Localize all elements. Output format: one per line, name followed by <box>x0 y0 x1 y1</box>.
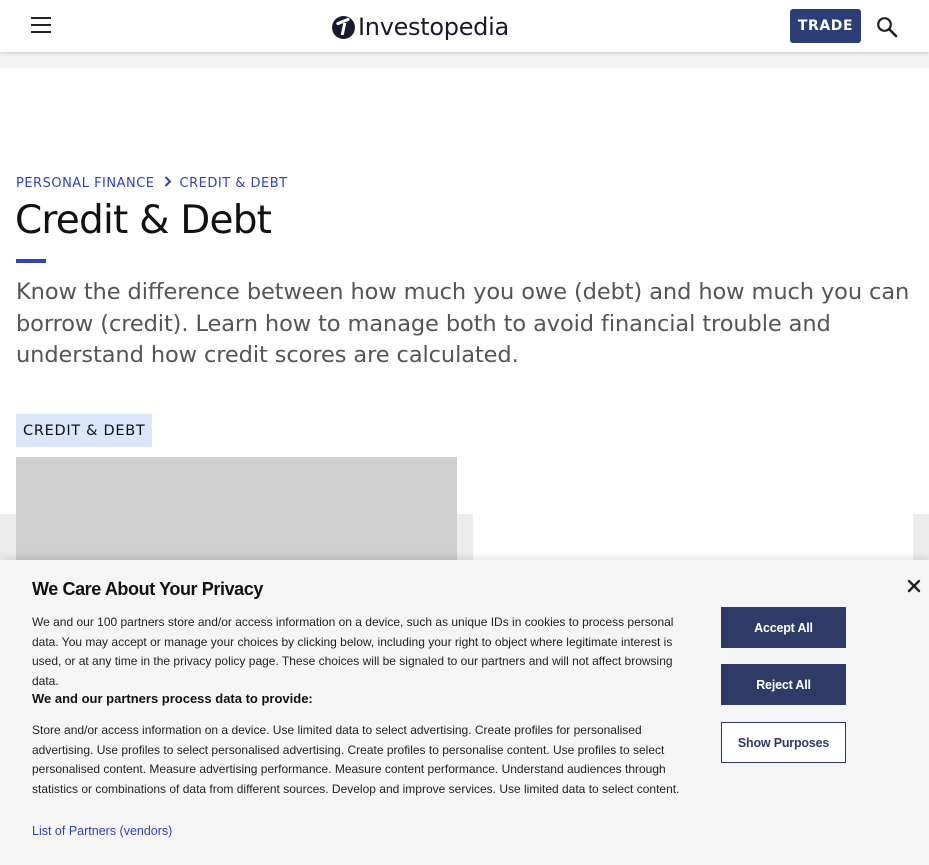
breadcrumb-credit-debt[interactable]: CREDIT & DEBT <box>180 176 288 191</box>
chevron-right-icon <box>164 176 172 191</box>
privacy-banner <box>0 560 929 865</box>
breadcrumb-personal-finance[interactable]: PERSONAL FINANCE <box>16 176 155 191</box>
site-header: Investopedia TRADE <box>0 0 929 52</box>
investopedia-logo[interactable]: Investopedia <box>332 11 509 43</box>
investopedia-logo-icon <box>332 15 355 39</box>
privacy-purposes-text: Store and/or access information on a dev… <box>32 723 680 796</box>
title-underline <box>16 259 46 263</box>
logo-text: Investopedia <box>358 13 509 41</box>
partners-list-link[interactable]: List of Partners (vendors) <box>32 824 172 838</box>
trade-button[interactable]: TRADE <box>790 9 861 43</box>
close-icon[interactable] <box>905 577 923 595</box>
privacy-title: We Care About Your Privacy <box>32 579 264 599</box>
breadcrumb: PERSONAL FINANCE CREDIT & DEBT <box>16 176 288 191</box>
page-title: Credit & Debt <box>15 198 272 243</box>
category-tag[interactable]: CREDIT & DEBT <box>16 414 153 447</box>
hamburger-menu-icon[interactable] <box>30 15 54 37</box>
header-divider-strip <box>0 52 929 68</box>
reject-all-button[interactable]: Reject All <box>721 664 846 705</box>
search-icon[interactable] <box>876 16 898 38</box>
page-intro: Know the difference between how much you… <box>16 279 910 368</box>
privacy-subheading: We and our partners process data to prov… <box>32 691 313 706</box>
privacy-intro-text: We and our 100 partners store and/or acc… <box>32 615 674 688</box>
accept-all-button[interactable]: Accept All <box>721 607 846 648</box>
show-purposes-button[interactable]: Show Purposes <box>721 722 846 763</box>
